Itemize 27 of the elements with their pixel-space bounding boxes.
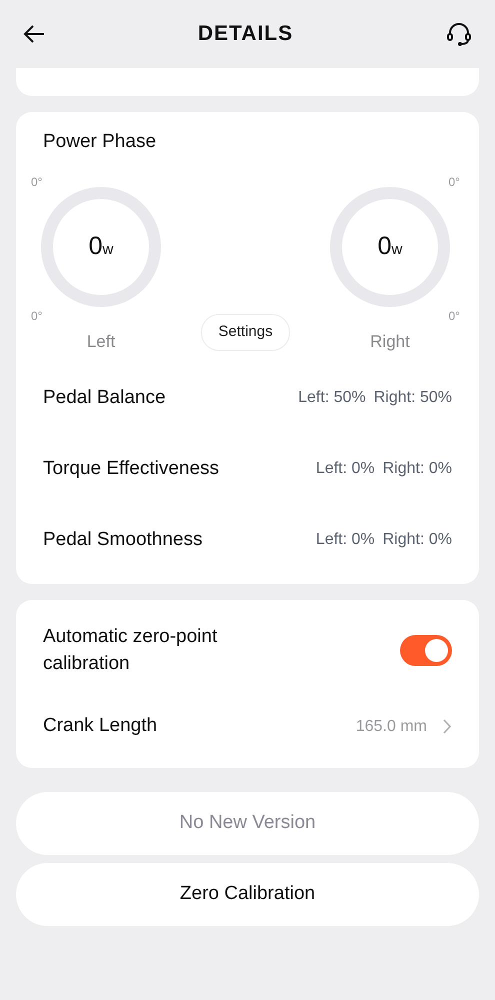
setting-value: 165.0 mm	[356, 716, 427, 736]
metric-value: Left: 0%	[316, 530, 375, 550]
angle-label: 0°	[448, 308, 460, 324]
angle-label: 0°	[31, 308, 42, 324]
metric-value: Right: 0%	[382, 530, 452, 550]
angle-label: 0°	[448, 174, 460, 190]
setting-label: Crank Length	[43, 714, 158, 738]
page-title: DETAILS	[198, 21, 294, 48]
metric-label: Torque Effectiveness	[43, 456, 220, 481]
setting-label: Automatic zero-point calibration	[43, 624, 218, 676]
side-label: Right	[370, 332, 410, 350]
section-title: Power Phase	[43, 130, 158, 154]
headset-icon[interactable]	[445, 20, 473, 48]
metric-label: Pedal Smoothness	[43, 528, 202, 552]
side-label: Left	[86, 332, 116, 350]
angle-label: 0°	[31, 174, 42, 190]
toggle-switch[interactable]	[400, 635, 452, 666]
metric-value: Right: 50%	[374, 388, 452, 408]
back-icon[interactable]	[22, 24, 46, 44]
metric-value: Right: 0%	[382, 459, 452, 479]
power-value: 0w	[88, 230, 114, 262]
metric-value: Left: 0%	[316, 459, 375, 479]
power-value: 0w	[378, 230, 402, 262]
metric-label: Pedal Balance	[43, 386, 166, 410]
calibration-button[interactable]: Zero Calibration	[16, 862, 479, 926]
settings-button[interactable]: Settings	[201, 314, 290, 350]
metric-value: Left: 50%	[298, 388, 366, 408]
